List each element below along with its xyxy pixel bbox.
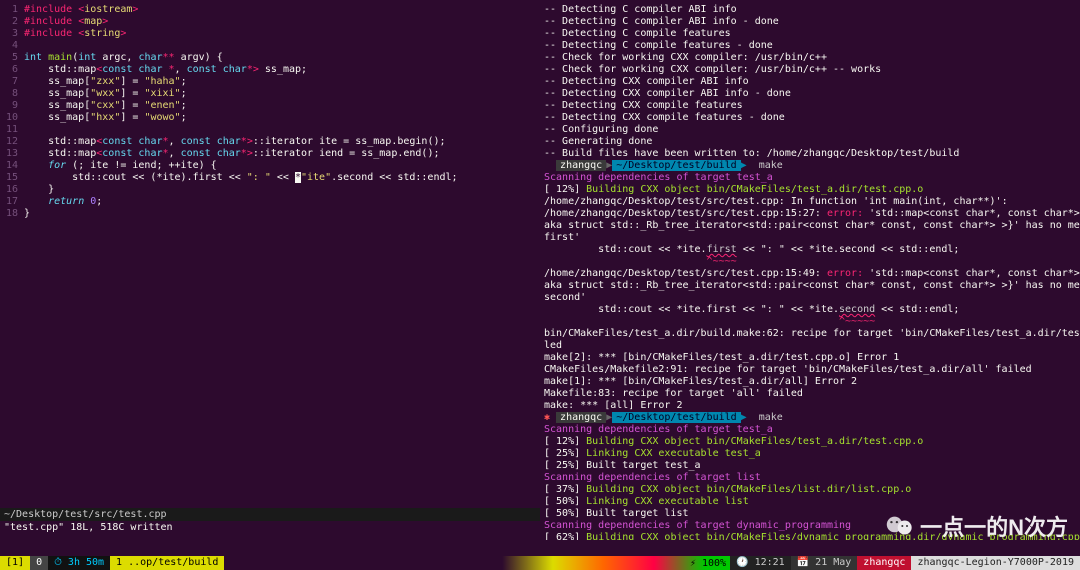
code-line[interactable]: 9 ss_map["cxx"] = "enen"; [0, 100, 540, 112]
watermark: 一点一的N次方 [886, 510, 1068, 542]
tmux-time: 🕐 12:21 [730, 556, 791, 570]
wechat-icon [886, 515, 914, 537]
terminal-line: -- Check for working CXX compiler: /usr/… [544, 64, 1076, 76]
terminal-line: [ 37%] Building CXX object bin/CMakeFile… [544, 484, 1076, 496]
terminal-line: -- Detecting CXX compile features [544, 100, 1076, 112]
terminal-line: Scanning dependencies of target list [544, 472, 1076, 484]
terminal-prompt[interactable]: ✱ zhangqc▶~/Desktop/test/build▶ make [544, 412, 1076, 424]
tmux-session: [1] [0, 556, 30, 570]
code-line[interactable]: 2#include <map> [0, 16, 540, 28]
terminal-line: -- Generating done [544, 136, 1076, 148]
tmux-statusbar: [1] 0 ⏱ 3h 50m 1 ..op/test/build ⚡ 100% … [0, 556, 1080, 570]
tmux-date: 📅 21 May [791, 556, 858, 570]
terminal-line: -- Build files have been written to: /ho… [544, 148, 1076, 160]
terminal-line: aka struct std::_Rb_tree_iterator<std::p… [544, 280, 1076, 292]
editor-pane[interactable]: 1#include <iostream>2#include <map>3#inc… [0, 0, 540, 540]
tmux-window: 0 [30, 556, 48, 570]
terminal-line: -- Detecting C compile features [544, 28, 1076, 40]
code-line[interactable]: 1#include <iostream> [0, 4, 540, 16]
terminal-line: -- Check for working CXX compiler: /usr/… [544, 52, 1076, 64]
code-line[interactable]: 10 ss_map["hxx"] = "wowo"; [0, 112, 540, 124]
terminal-line: /home/zhangqc/Desktop/test/src/test.cpp:… [544, 208, 1076, 220]
terminal-line: -- Detecting C compiler ABI info [544, 4, 1076, 16]
tmux-uptime: ⏱ 3h 50m [48, 556, 110, 570]
terminal-line: [ 50%] Linking CXX executable list [544, 496, 1076, 508]
code-line[interactable]: 4 [0, 40, 540, 52]
terminal-line: -- Detecting CXX compiler ABI info [544, 76, 1076, 88]
code-line[interactable]: 11 [0, 124, 540, 136]
terminal-line: Scanning dependencies of target test_a [544, 424, 1076, 436]
terminal-line: [ 25%] Built target test_a [544, 460, 1076, 472]
code-line[interactable]: 3#include <string> [0, 28, 540, 40]
tmux-user: zhangqc [857, 556, 911, 570]
code-line[interactable]: 15 std::cout << (*ite).first << ": " << … [0, 172, 540, 184]
code-line[interactable]: 16 } [0, 184, 540, 196]
terminal-line: led [544, 340, 1076, 352]
terminal-line: std::cout << *ite.first << ": " << *ite.… [544, 304, 1076, 316]
terminal-line: Makefile:83: recipe for target 'all' fai… [544, 388, 1076, 400]
editor-path: ~/Desktop/test/src/test.cpp [0, 508, 540, 521]
terminal-line: -- Detecting C compiler ABI info - done [544, 16, 1076, 28]
terminal-line: /home/zhangqc/Desktop/test/src/test.cpp:… [544, 268, 1076, 280]
terminal-line: -- Detecting C compile features - done [544, 40, 1076, 52]
terminal-line: ^~~~~~ [544, 316, 1076, 328]
terminal-line: make[1]: *** [bin/CMakeFiles/test_a.dir/… [544, 376, 1076, 388]
tmux-host: zhangqc-Legion-Y7000P-2019 [911, 556, 1080, 570]
code-line[interactable]: 13 std::map<const char*, const char*>::i… [0, 148, 540, 160]
terminal-line: bin/CMakeFiles/test_a.dir/build.make:62:… [544, 328, 1076, 340]
code-line[interactable]: 5int main(int argc, char** argv) { [0, 52, 540, 64]
terminal-line: -- Detecting CXX compiler ABI info - don… [544, 88, 1076, 100]
code-line[interactable]: 14 for (; ite != iend; ++ite) { [0, 160, 540, 172]
terminal-line: std::cout << *ite.first << ": " << *ite.… [544, 244, 1076, 256]
code-line[interactable]: 6 std::map<const char *, const char*> ss… [0, 64, 540, 76]
terminal-line: aka struct std::_Rb_tree_iterator<std::p… [544, 220, 1076, 232]
terminal-line: [ 12%] Building CXX object bin/CMakeFile… [544, 184, 1076, 196]
terminal-line: second' [544, 292, 1076, 304]
terminal-line: make: *** [all] Error 2 [544, 400, 1076, 412]
terminal-prompt[interactable]: zhangqc▶~/Desktop/test/build▶ make [544, 160, 1076, 172]
terminal-pane[interactable]: -- Detecting C compiler ABI info-- Detec… [540, 0, 1080, 540]
terminal-line: [ 25%] Linking CXX executable test_a [544, 448, 1076, 460]
code-line[interactable]: 7 ss_map["zxx"] = "haha"; [0, 76, 540, 88]
terminal-line: -- Detecting CXX compile features - done [544, 112, 1076, 124]
tmux-spacer: ⚡ 100% [224, 556, 730, 570]
code-line[interactable]: 18} [0, 208, 540, 220]
terminal-line: /home/zhangqc/Desktop/test/src/test.cpp:… [544, 196, 1076, 208]
terminal-line: ^~~~~ [544, 256, 1076, 268]
terminal-line: [ 12%] Building CXX object bin/CMakeFile… [544, 436, 1076, 448]
code-line[interactable]: 17 return 0; [0, 196, 540, 208]
terminal-line: CMakeFiles/Makefile2:91: recipe for targ… [544, 364, 1076, 376]
code-line[interactable]: 8 ss_map["wxx"] = "xixi"; [0, 88, 540, 100]
terminal-line: make[2]: *** [bin/CMakeFiles/test_a.dir/… [544, 352, 1076, 364]
tmux-tab[interactable]: 1 ..op/test/build [110, 556, 224, 570]
terminal-line: first' [544, 232, 1076, 244]
code-line[interactable]: 12 std::map<const char*, const char*>::i… [0, 136, 540, 148]
terminal-line: Scanning dependencies of target test_a [544, 172, 1076, 184]
terminal-line: -- Configuring done [544, 124, 1076, 136]
editor-message: "test.cpp" 18L, 518C written [0, 521, 540, 534]
